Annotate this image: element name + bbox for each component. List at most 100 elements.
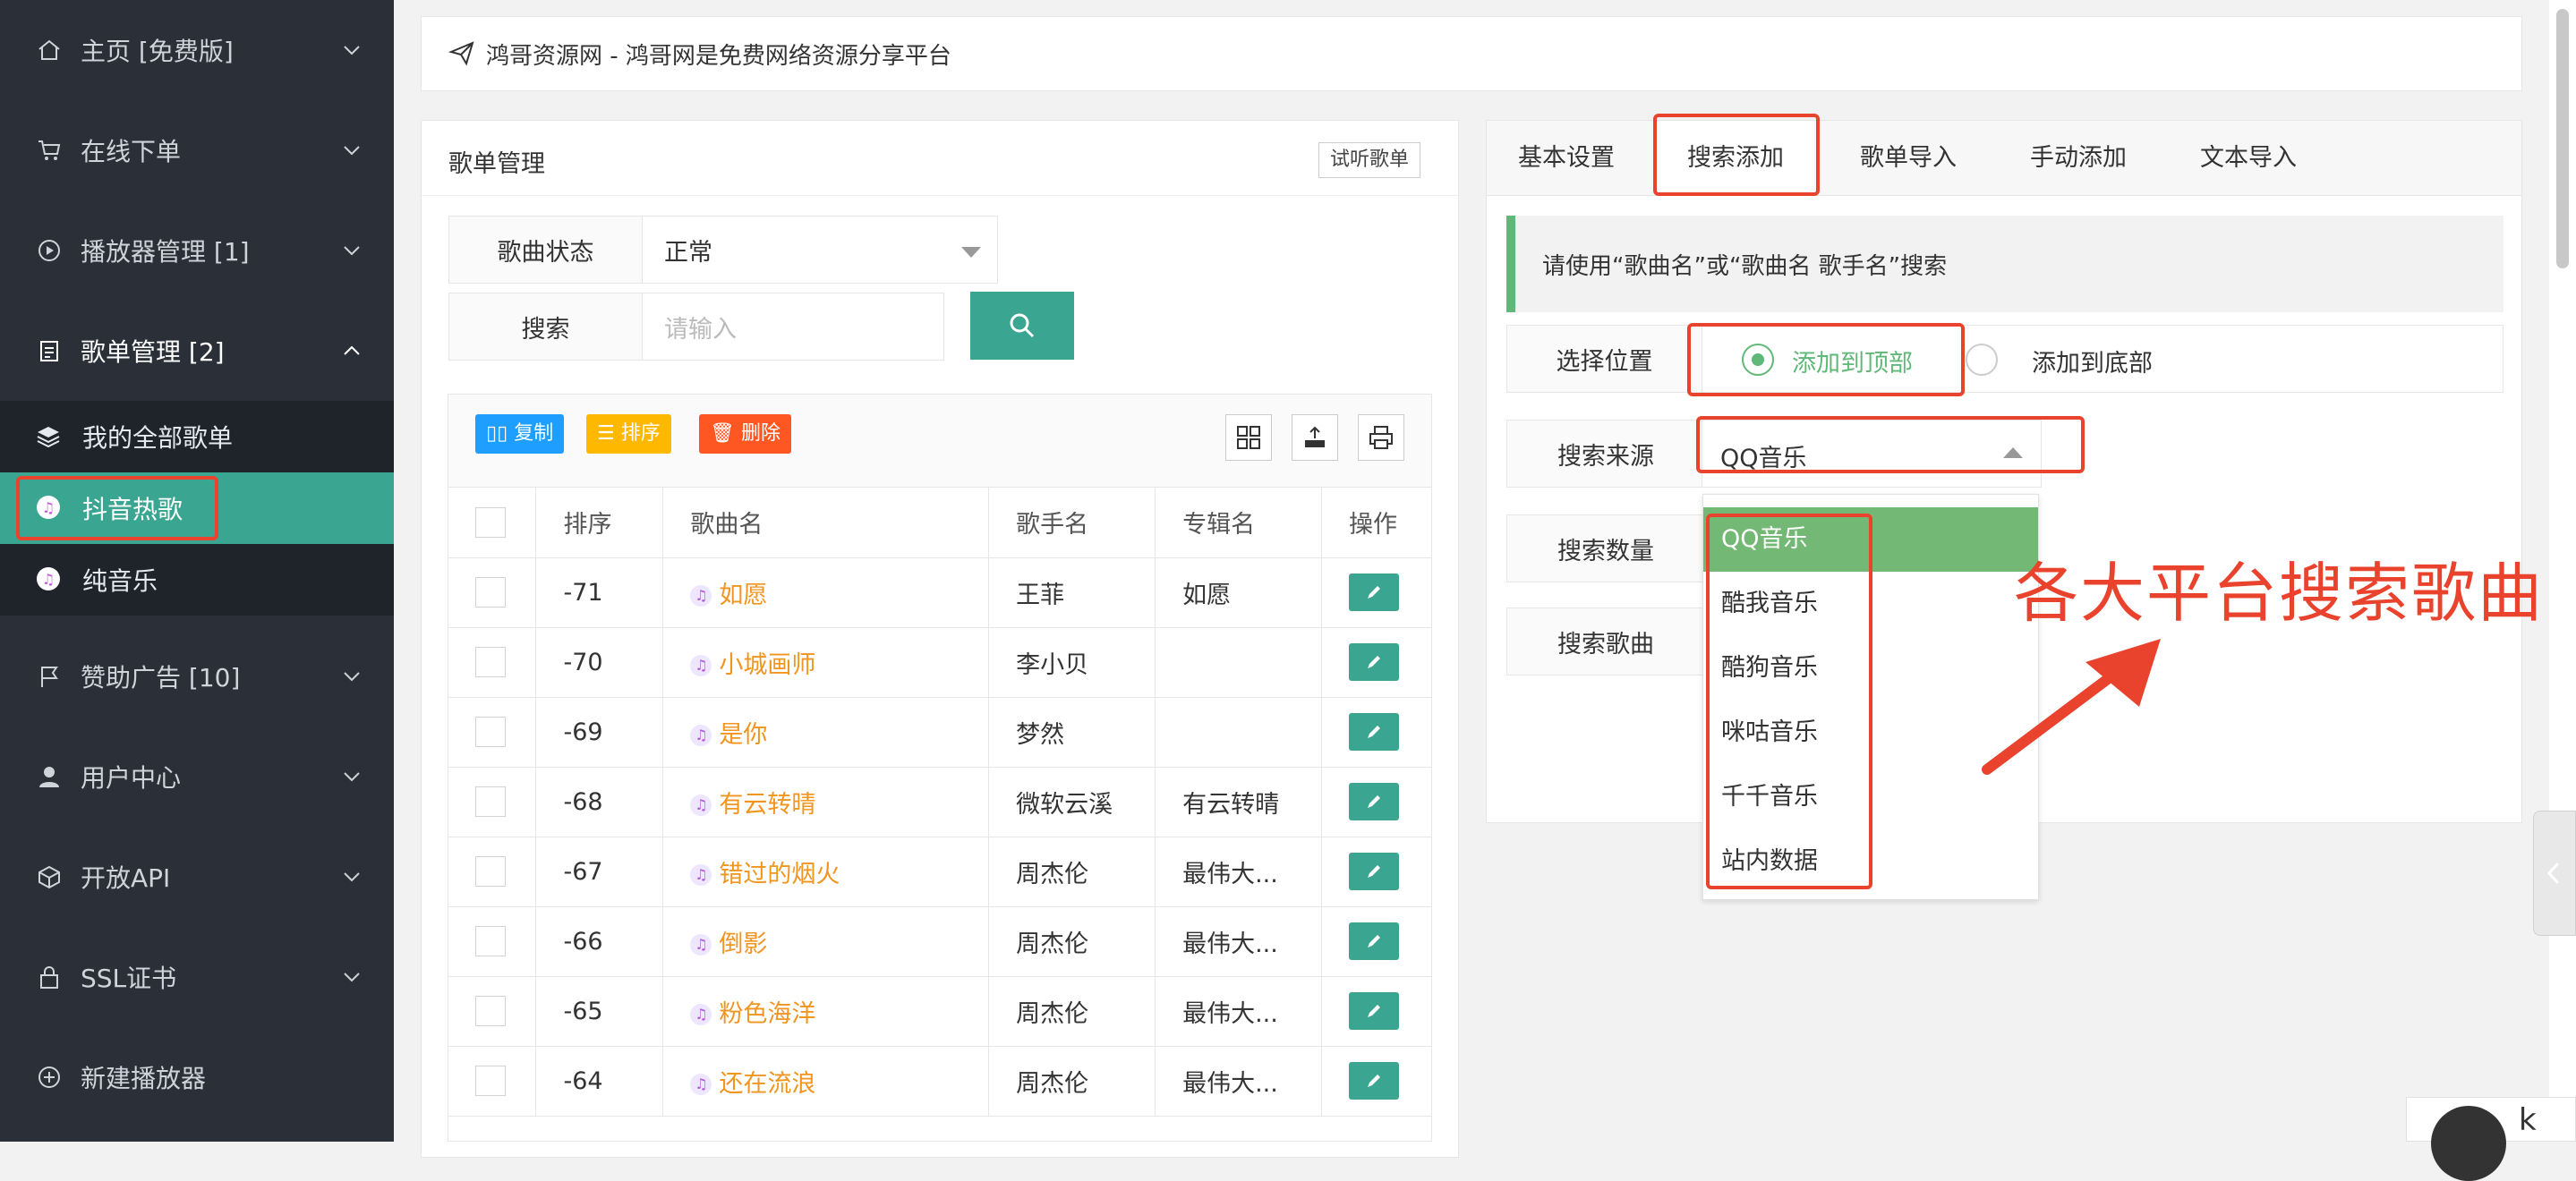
album-cell	[1155, 697, 1323, 768]
song-link[interactable]: 错过的烟火	[719, 861, 840, 888]
export-icon[interactable]	[1292, 414, 1338, 461]
song-link[interactable]: 倒影	[719, 930, 767, 958]
chevron-down-icon	[340, 139, 363, 162]
play-circle-icon	[36, 237, 63, 264]
column-header-song[interactable]: 歌曲名	[662, 488, 990, 558]
column-header-artist[interactable]: 歌手名	[988, 488, 1156, 558]
radio-bottom[interactable]	[1966, 344, 1998, 376]
row-select-cell	[448, 627, 537, 698]
row-checkbox[interactable]	[475, 996, 506, 1026]
song-link[interactable]: 有云转晴	[719, 791, 815, 819]
scrollbar-thumb[interactable]	[2556, 9, 2569, 268]
nav-home[interactable]: 主页 [免费版]	[0, 0, 394, 100]
sidebar-subitem-label: 我的全部歌单	[82, 423, 234, 453]
site-title: 鸿哥资源网 - 鸿哥网是免费网络资源分享平台	[486, 42, 951, 70]
song-cell: ♫ 错过的烟火	[662, 837, 990, 907]
table-row: -68 ♫ 有云转晴 微软云溪 有云转晴	[448, 767, 1431, 837]
nav-open-api-label: 开放API	[81, 863, 171, 893]
sort-button[interactable]: ☰ 排序	[586, 414, 671, 454]
edit-button[interactable]	[1349, 992, 1400, 1030]
highlight-box	[1706, 514, 1872, 889]
tab-text-import[interactable]: 文本导入	[2190, 121, 2307, 196]
chevron-down-icon	[340, 665, 363, 688]
table-toolbar: ▯▯ 复制 ☰ 排序 🗑 删除	[448, 395, 1431, 488]
nav-new-player[interactable]: 新建播放器	[0, 1027, 394, 1127]
music-note-icon: ♫	[690, 1074, 712, 1095]
artist-cell: 李小贝	[988, 627, 1156, 698]
table-row: -66 ♫ 倒影 周杰伦 最伟大...	[448, 906, 1431, 977]
table-row: -67 ♫ 错过的烟火 周杰伦 最伟大...	[448, 837, 1431, 907]
row-select-cell	[448, 976, 537, 1047]
sidebar-subitem-pure-music[interactable]: ♫ 纯音乐	[0, 544, 394, 616]
pencil-icon	[1368, 656, 1381, 668]
panel-title: 歌单管理	[448, 150, 545, 178]
song-link[interactable]: 是你	[719, 721, 767, 749]
edit-button[interactable]	[1349, 783, 1400, 820]
row-checkbox[interactable]	[475, 926, 506, 956]
select-all-checkbox[interactable]	[475, 506, 506, 538]
row-select-cell	[448, 557, 537, 628]
artist-cell: 微软云溪	[988, 767, 1156, 837]
row-select-cell	[448, 906, 537, 977]
copy-button[interactable]: ▯▯ 复制	[475, 414, 565, 454]
cube-icon	[36, 863, 63, 890]
edit-button[interactable]	[1349, 1062, 1400, 1100]
print-icon[interactable]	[1358, 414, 1404, 461]
row-checkbox[interactable]	[475, 786, 506, 817]
nav-open-api[interactable]: 开放API	[0, 827, 394, 927]
nav-playlist-label: 歌单管理 [2]	[81, 337, 225, 367]
album-cell: 如愿	[1155, 557, 1323, 628]
position-label: 选择位置	[1507, 326, 1702, 392]
nav-ssl[interactable]: SSL证书	[0, 927, 394, 1027]
song-link[interactable]: 如愿	[719, 582, 767, 609]
edit-button[interactable]	[1349, 574, 1400, 611]
row-checkbox[interactable]	[475, 717, 506, 747]
tab-playlist-import[interactable]: 歌单导入	[1850, 121, 1966, 196]
side-panel-toggle[interactable]	[2533, 811, 2576, 936]
row-select-cell	[448, 697, 537, 768]
chevron-down-icon	[340, 865, 363, 888]
avatar[interactable]	[2431, 1106, 2506, 1181]
tab-basic-settings[interactable]: 基本设置	[1508, 121, 1625, 196]
nav-order[interactable]: 在线下单	[0, 100, 394, 200]
row-checkbox[interactable]	[475, 647, 506, 677]
edit-button[interactable]	[1349, 643, 1400, 681]
home-icon	[36, 37, 63, 64]
column-header-album[interactable]: 专辑名	[1155, 488, 1323, 558]
search-input[interactable]: 请输入	[664, 293, 737, 360]
sidebar-subitem-all-playlists[interactable]: 我的全部歌单	[0, 401, 394, 472]
song-link[interactable]: 粉色海洋	[719, 1000, 815, 1028]
columns-icon[interactable]	[1225, 414, 1272, 461]
artist-cell: 周杰伦	[988, 976, 1156, 1047]
sidebar-subitem-label: 纯音乐	[82, 566, 158, 596]
edit-button[interactable]	[1349, 713, 1400, 751]
sort-label: 排序	[620, 422, 661, 445]
song-link[interactable]: 还在流浪	[719, 1070, 815, 1098]
nav-player[interactable]: 播放器管理 [1]	[0, 200, 394, 301]
song-link[interactable]: 小城画师	[719, 651, 815, 679]
song-cell: ♫ 如愿	[662, 557, 990, 628]
nav-ads[interactable]: 赞助广告 [10]	[0, 626, 394, 726]
chevron-up-icon	[340, 339, 363, 362]
nav-playlist[interactable]: 歌单管理 [2]	[0, 301, 394, 401]
row-checkbox[interactable]	[475, 577, 506, 607]
annotation-text: 各大平台搜索歌曲	[2014, 556, 2545, 631]
tab-manual-add[interactable]: 手动添加	[2020, 121, 2137, 196]
clipboard-icon	[36, 337, 63, 364]
radio-bottom-label[interactable]: 添加到底部	[2032, 344, 2153, 378]
row-checkbox[interactable]	[475, 856, 506, 887]
column-header-order[interactable]: 排序	[535, 488, 664, 558]
nav-user-center[interactable]: 用户中心	[0, 726, 394, 827]
action-cell	[1321, 697, 1431, 768]
edit-button[interactable]	[1349, 922, 1400, 960]
status-select[interactable]: 正常	[664, 217, 712, 283]
delete-button[interactable]: 🗑 删除	[699, 414, 791, 454]
listen-playlist-button[interactable]: 试听歌单	[1318, 142, 1420, 178]
highlight-box	[1696, 416, 2085, 473]
action-cell	[1321, 627, 1431, 698]
search-button[interactable]	[970, 292, 1074, 360]
table-row: -69 ♫ 是你 梦然	[448, 697, 1431, 768]
edit-button[interactable]	[1349, 853, 1400, 890]
music-note-icon: ♫	[690, 934, 712, 956]
row-checkbox[interactable]	[475, 1066, 506, 1096]
